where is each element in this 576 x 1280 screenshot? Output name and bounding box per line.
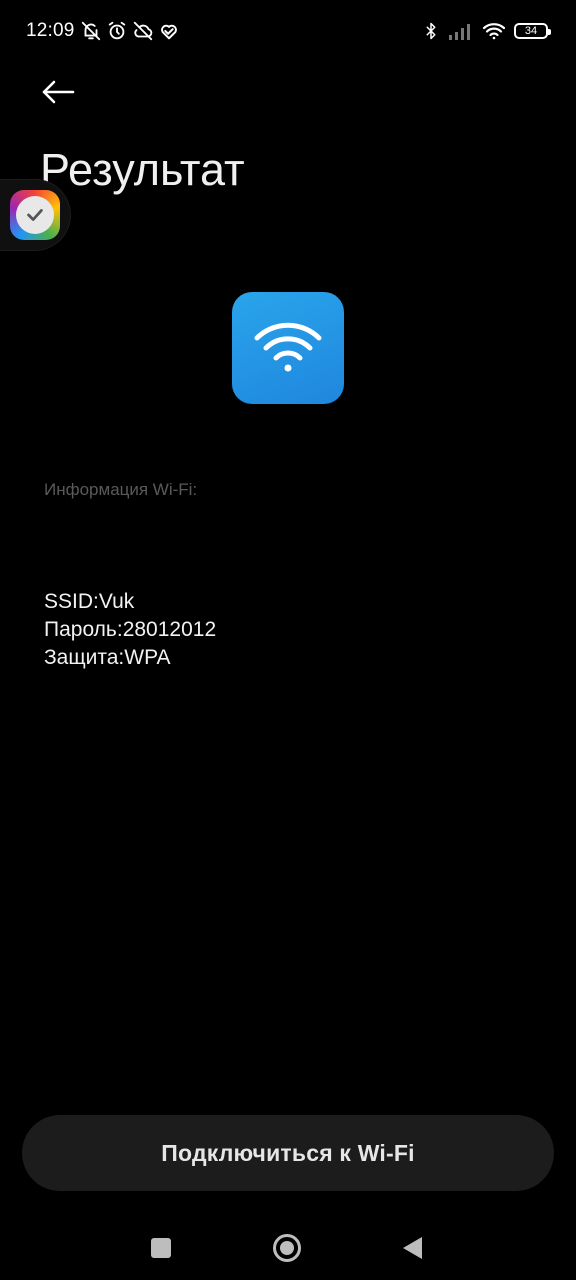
cloud-off-icon xyxy=(133,21,153,41)
home-button[interactable] xyxy=(267,1228,307,1268)
status-right-icons: 34 xyxy=(422,20,551,42)
alarm-icon xyxy=(108,21,126,40)
check-icon xyxy=(27,209,43,221)
connect-wifi-label: Подключиться к Wi-Fi xyxy=(161,1139,415,1166)
battery-indicator: 34 xyxy=(514,23,551,39)
navigation-bar xyxy=(0,1210,576,1280)
wifi-info-block: SSID:Vuk Пароль:28012012 Защита:WPA xyxy=(44,588,216,672)
arrow-left-icon xyxy=(42,80,75,104)
security-value: Защита:WPA xyxy=(44,646,171,669)
page-title: Результат xyxy=(40,144,245,195)
signal-icon xyxy=(449,24,470,40)
connect-wifi-button[interactable]: Подключиться к Wi-Fi xyxy=(22,1115,554,1191)
back-button[interactable] xyxy=(36,72,80,112)
nav-back-button[interactable] xyxy=(392,1228,432,1268)
password-value: Пароль:28012012 xyxy=(44,618,217,641)
bubble-app-icon xyxy=(10,190,60,240)
screen: 12:09 34 Результат Информация Wi-Fi: SSI… xyxy=(0,0,576,1280)
heart-icon xyxy=(161,24,177,40)
status-time: 12:09 xyxy=(26,20,75,41)
battery-level: 34 xyxy=(524,24,538,37)
home-icon xyxy=(273,1234,301,1262)
status-left-icons xyxy=(80,20,180,42)
recents-icon xyxy=(151,1238,171,1258)
battery-tip xyxy=(548,29,551,35)
wifi-icon xyxy=(482,23,506,40)
recents-button[interactable] xyxy=(141,1228,181,1268)
back-triangle-icon xyxy=(403,1237,422,1259)
wifi-info-label: Информация Wi-Fi: xyxy=(44,480,198,499)
bell-off-icon xyxy=(81,21,101,41)
floating-app-bubble[interactable] xyxy=(0,180,70,250)
bubble-face xyxy=(16,196,54,234)
bluetooth-icon xyxy=(426,22,436,40)
wifi-tile xyxy=(232,292,344,404)
wifi-icon xyxy=(254,322,322,372)
ssid-value: SSID:Vuk xyxy=(44,590,135,613)
status-bar: 12:09 34 xyxy=(0,0,576,64)
